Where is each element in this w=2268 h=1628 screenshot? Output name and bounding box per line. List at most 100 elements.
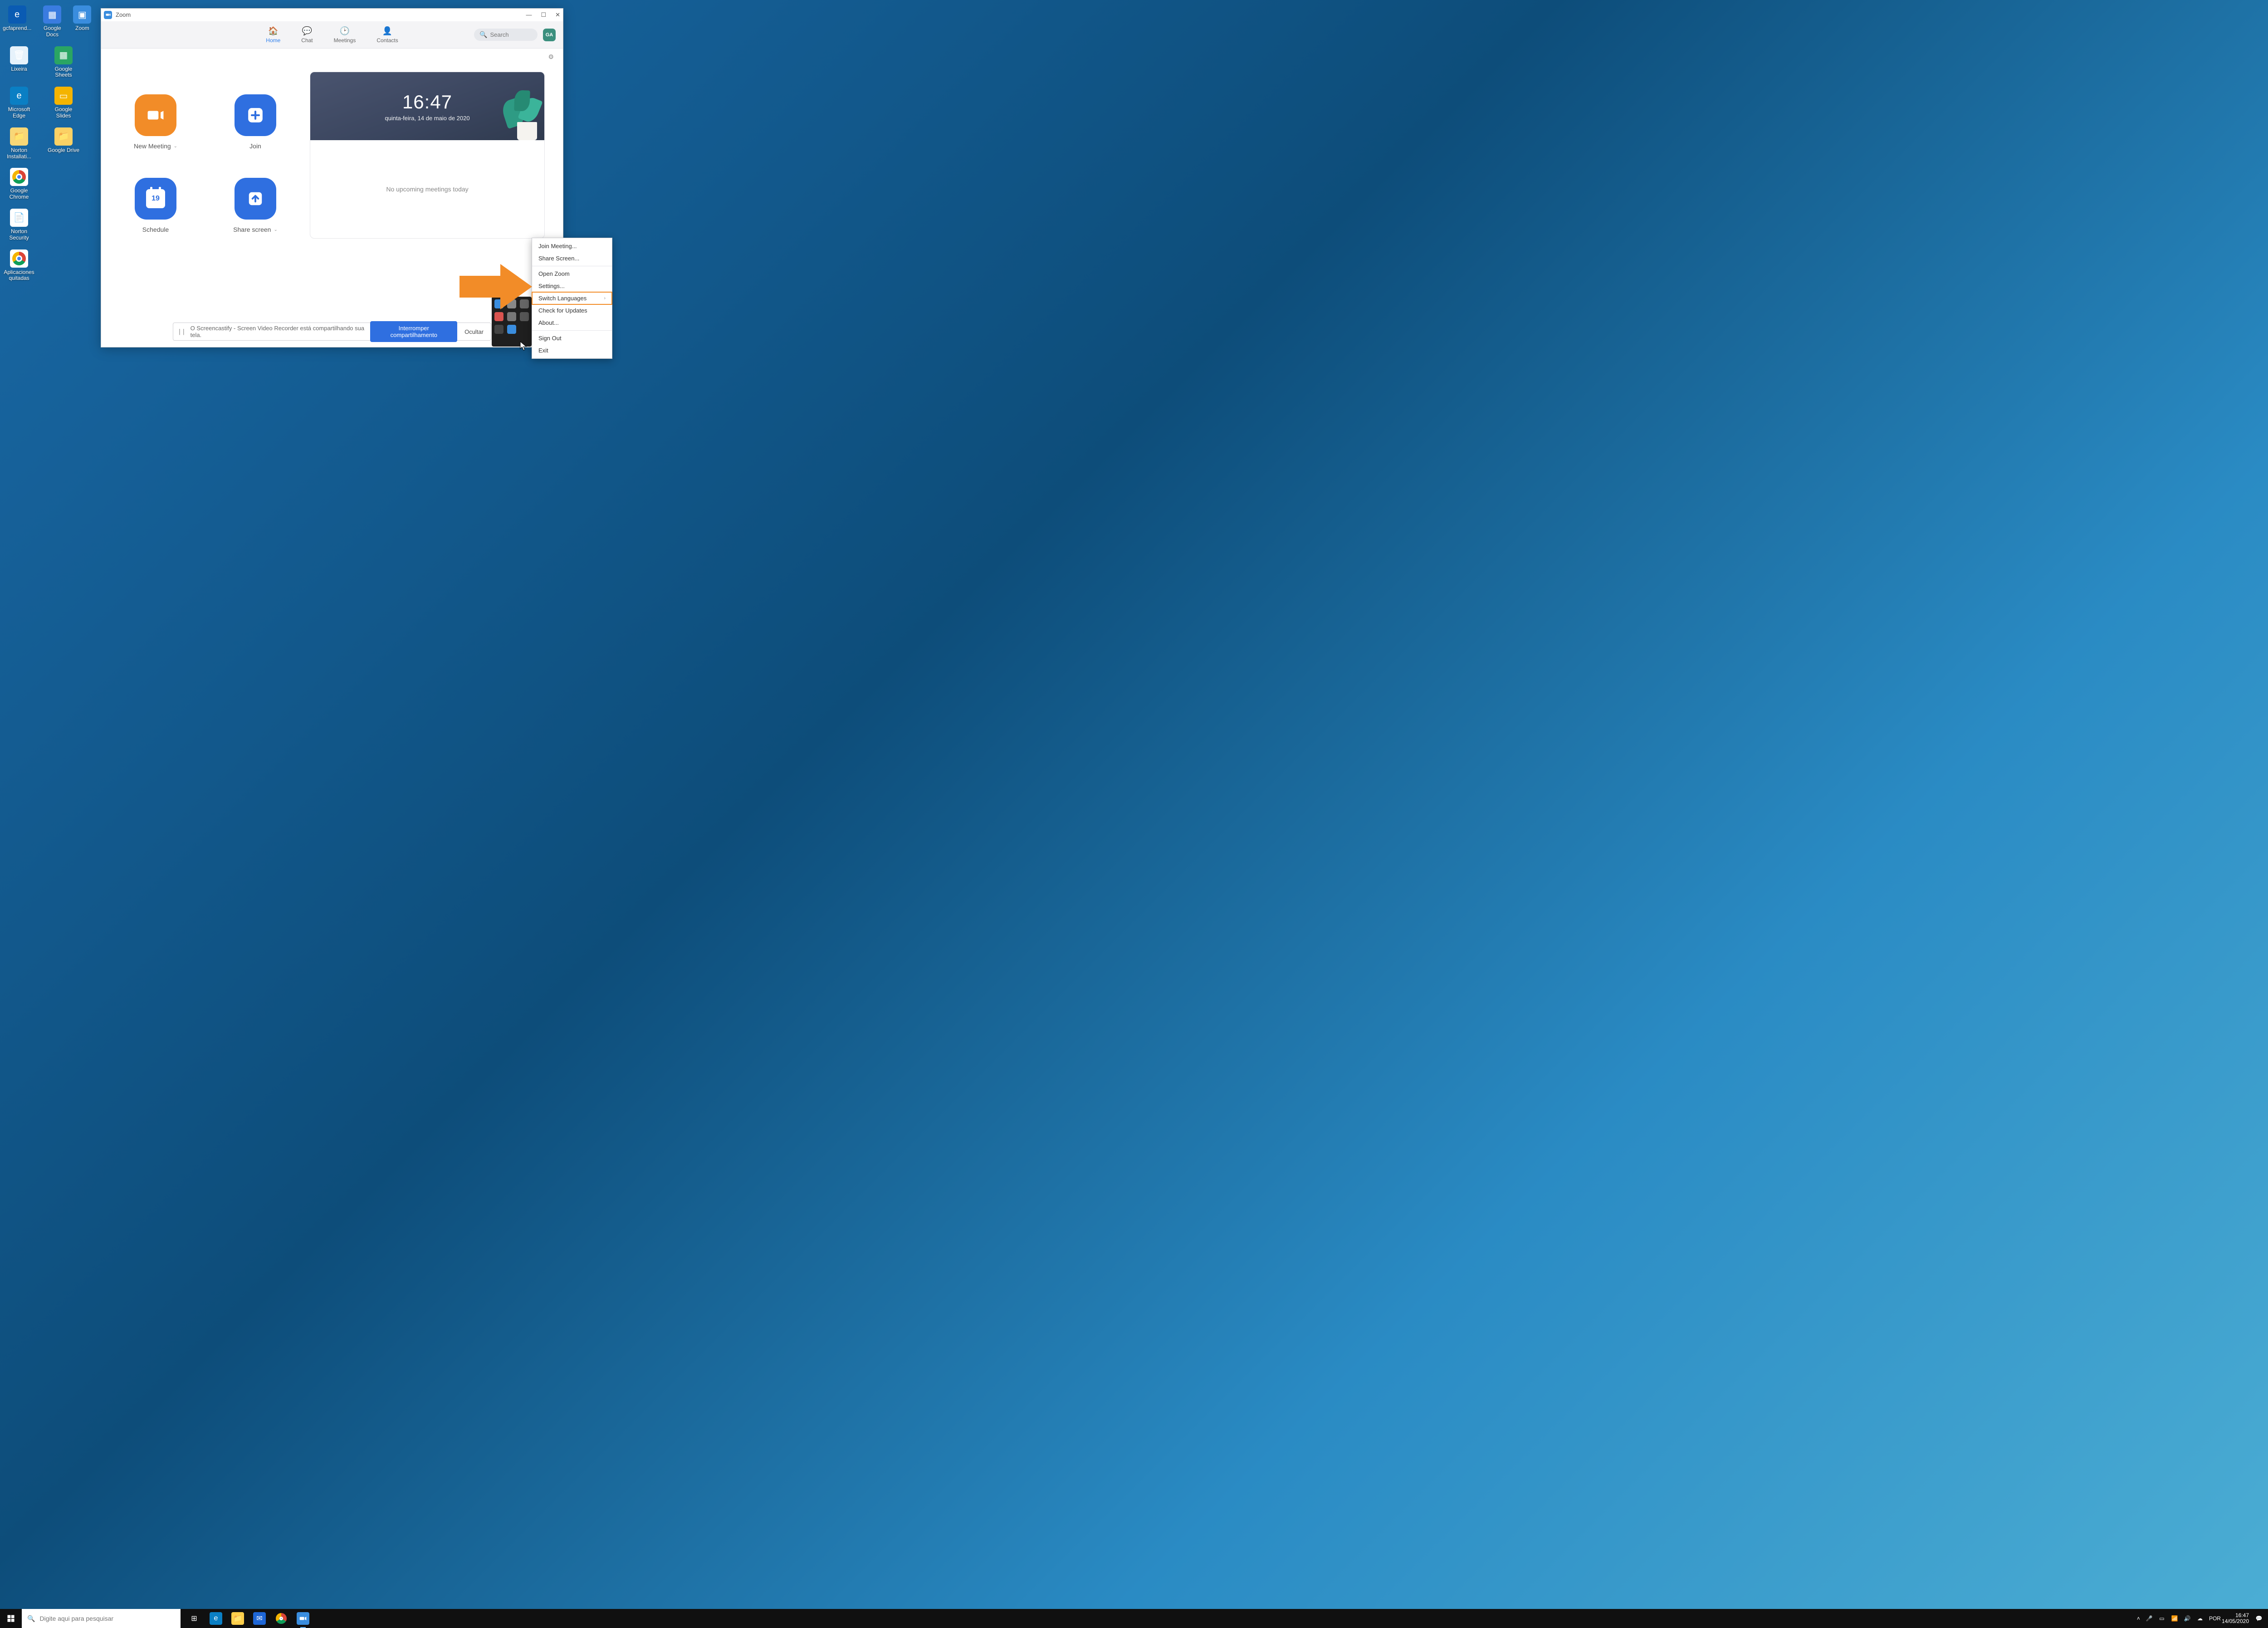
menu-switch-languages[interactable]: Switch Languages›	[532, 292, 612, 304]
search-input[interactable]	[490, 31, 532, 38]
share-message: O Screencastify - Screen Video Recorder …	[191, 325, 366, 338]
action-label: Schedule	[142, 226, 169, 233]
chevron-down-icon[interactable]: ⌄	[174, 144, 177, 149]
top-nav: 🏠Home 💬Chat 🕑Meetings 👤Contacts 🔍 GA	[101, 21, 563, 49]
calendar-icon: 19	[135, 178, 176, 220]
menu-share-screen[interactable]: Share Screen...	[532, 252, 612, 264]
icon-label: Google Drive	[48, 147, 79, 154]
icon-label: Aplicaciones quitadas	[3, 269, 35, 282]
icon-label: Google Sheets	[47, 66, 80, 79]
task-view-button[interactable]: ⊞	[183, 1609, 205, 1628]
chat-icon: 💬	[302, 26, 312, 36]
settings-gear-icon[interactable]: ⚙	[548, 53, 554, 61]
system-tray: ˄ 🎤 ▭ 📶 🔊 ☁ POR 16:47 14/05/2020 💬	[2132, 1613, 2268, 1624]
contacts-icon: 👤	[382, 26, 392, 36]
calendar-panel: 16:47 quinta-feira, 14 de maio de 2020 N…	[310, 72, 545, 239]
plant-decoration	[496, 86, 542, 140]
window-title: Zoom	[116, 11, 131, 18]
desktop-icons: egcfaprend... ▦Google Docs ▣Zoom 🗑Lixeir…	[3, 5, 84, 282]
language-indicator[interactable]: POR	[2209, 1615, 2216, 1622]
taskbar-apps: ⊞ e 📁 ✉	[183, 1609, 314, 1628]
user-avatar[interactable]: GA	[543, 29, 556, 41]
action-label: Share screen	[233, 226, 271, 233]
icon-label: Google Slides	[47, 107, 80, 119]
nav-contacts[interactable]: 👤Contacts	[376, 26, 398, 44]
wifi-icon[interactable]: 📶	[2171, 1615, 2178, 1622]
nav-home[interactable]: 🏠Home	[266, 26, 280, 44]
stop-sharing-button[interactable]: Interromper compartilhamento	[370, 321, 457, 342]
desktop-icon-google-drive[interactable]: 📁Google Drive	[47, 127, 80, 160]
hide-button[interactable]: Ocultar	[462, 328, 486, 335]
nav-meetings[interactable]: 🕑Meetings	[334, 26, 356, 44]
battery-icon[interactable]: ▭	[2158, 1615, 2165, 1622]
schedule-button[interactable]: 19 Schedule	[135, 178, 176, 239]
taskbar-mail[interactable]: ✉	[249, 1609, 270, 1628]
screen-share-notification: || O Screencastify - Screen Video Record…	[173, 323, 491, 341]
main-content: New Meeting⌄ Join 19 Schedule Share scre…	[101, 61, 563, 249]
taskbar-chrome[interactable]	[270, 1609, 292, 1628]
close-button[interactable]: ✕	[555, 11, 560, 19]
desktop-icon-google-slides[interactable]: ▭Google Slides	[47, 87, 80, 119]
icon-label: Zoom	[75, 25, 89, 32]
search-box[interactable]: 🔍	[474, 29, 538, 41]
desktop-icon-ms-edge[interactable]: eMicrosoft Edge	[3, 87, 35, 119]
icon-label: Norton Security	[3, 229, 35, 241]
zoom-tray-context-menu: Join Meeting... Share Screen... Open Zoo…	[532, 238, 612, 359]
submenu-arrow-icon: ›	[604, 296, 606, 301]
action-center-icon[interactable]: 💬	[2254, 1614, 2263, 1623]
nav-chat[interactable]: 💬Chat	[301, 26, 313, 44]
pause-icon[interactable]: ||	[178, 328, 186, 335]
onedrive-icon[interactable]: ☁	[2196, 1615, 2204, 1622]
clock-date: quinta-feira, 14 de maio de 2020	[385, 115, 469, 122]
taskbar-search-input[interactable]	[39, 1615, 175, 1622]
desktop-icon-google-docs[interactable]: ▦Google Docs	[43, 5, 61, 38]
taskbar-zoom[interactable]	[292, 1609, 314, 1628]
time-card: 16:47 quinta-feira, 14 de maio de 2020 N…	[310, 72, 545, 239]
desktop-icon-chrome[interactable]: Google Chrome	[3, 168, 35, 200]
tray-overflow-icon[interactable]: ˄	[2137, 1615, 2140, 1622]
new-meeting-button[interactable]: New Meeting⌄	[134, 94, 177, 155]
menu-join-meeting[interactable]: Join Meeting...	[532, 240, 612, 252]
desktop-icon-gcf[interactable]: egcfaprend...	[3, 5, 31, 38]
taskbar-clock[interactable]: 16:47 14/05/2020	[2222, 1613, 2249, 1624]
desktop-icon-zoom[interactable]: ▣Zoom	[73, 5, 91, 38]
chevron-down-icon[interactable]: ⌄	[274, 227, 277, 232]
minimize-button[interactable]: —	[526, 11, 532, 18]
taskbar-date: 14/05/2020	[2222, 1618, 2249, 1624]
desktop-icon-norton-security[interactable]: 📄Norton Security	[3, 209, 35, 241]
nav-label: Contacts	[376, 37, 398, 44]
icon-label: Norton Installati...	[3, 147, 35, 160]
icon-label: Microsoft Edge	[3, 107, 35, 119]
taskbar-edge[interactable]: e	[205, 1609, 227, 1628]
share-screen-button[interactable]: Share screen⌄	[233, 178, 278, 239]
menu-about[interactable]: About...	[532, 317, 612, 329]
time-header: 16:47 quinta-feira, 14 de maio de 2020	[310, 72, 544, 140]
start-button[interactable]	[0, 1609, 22, 1628]
zoom-logo-icon	[104, 11, 112, 19]
join-button[interactable]: Join	[235, 94, 276, 155]
icon-label: Google Chrome	[3, 188, 35, 200]
menu-sign-out[interactable]: Sign Out	[532, 332, 612, 344]
taskbar-search[interactable]: 🔍	[22, 1609, 181, 1628]
titlebar[interactable]: Zoom — ☐ ✕	[101, 9, 563, 21]
desktop-icon-recycle-bin[interactable]: 🗑Lixeira	[3, 46, 35, 79]
maximize-button[interactable]: ☐	[541, 11, 546, 19]
taskbar-file-explorer[interactable]: 📁	[227, 1609, 249, 1628]
microphone-icon[interactable]: 🎤	[2146, 1615, 2153, 1622]
icon-label: Lixeira	[11, 66, 27, 73]
menu-open-zoom[interactable]: Open Zoom	[532, 268, 612, 280]
home-icon: 🏠	[268, 26, 278, 36]
menu-settings[interactable]: Settings...	[532, 280, 612, 292]
nav-label: Chat	[301, 37, 313, 44]
menu-exit[interactable]: Exit	[532, 344, 612, 357]
menu-check-updates[interactable]: Check for Updates	[532, 304, 612, 317]
volume-icon[interactable]: 🔊	[2184, 1615, 2191, 1622]
desktop-icon-aplicaciones-quitadas[interactable]: Aplicaciones quitadas	[3, 249, 35, 282]
plus-icon	[235, 94, 276, 136]
desktop-icon-google-sheets[interactable]: ▦Google Sheets	[47, 46, 80, 79]
taskbar: 🔍 ⊞ e 📁 ✉ ˄ 🎤 ▭ 📶 🔊 ☁ POR 16:47 14/05/20…	[0, 1609, 2268, 1628]
desktop-icon-norton-install[interactable]: 📁Norton Installati...	[3, 127, 35, 160]
search-icon: 🔍	[27, 1615, 35, 1623]
video-icon	[135, 94, 176, 136]
zoom-tray-popup	[492, 297, 532, 347]
